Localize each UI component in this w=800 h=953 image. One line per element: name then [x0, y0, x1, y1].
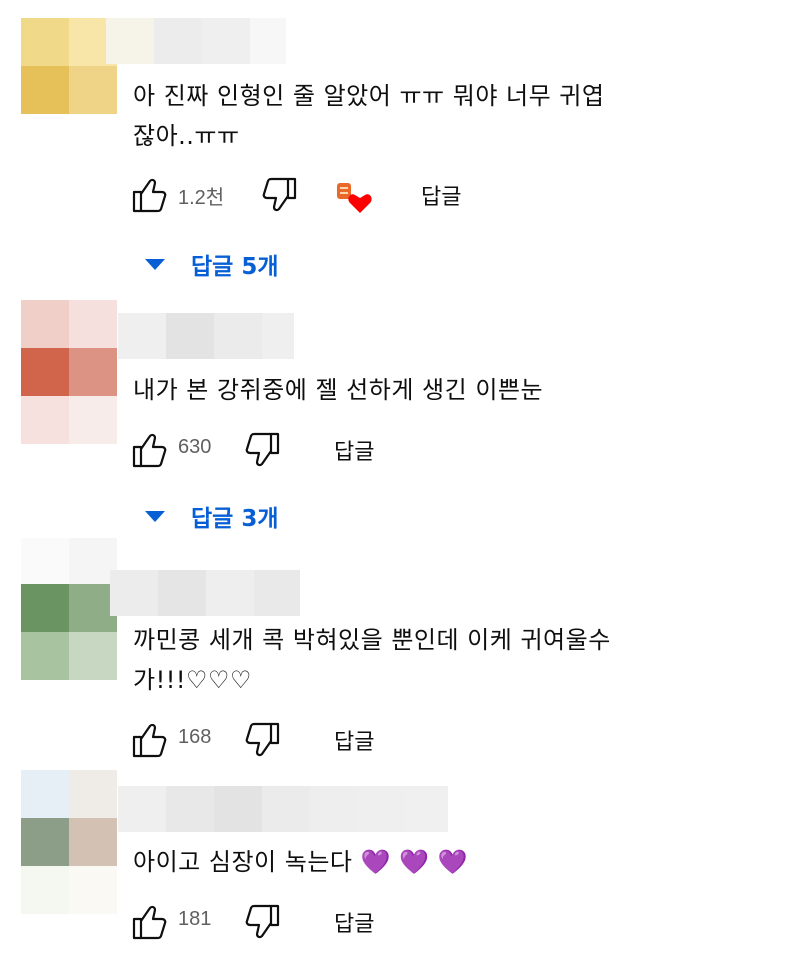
reply-button[interactable]: 답글 — [334, 724, 374, 756]
reply-button[interactable]: 답글 — [421, 179, 461, 211]
caret-down-icon — [145, 510, 165, 522]
replies-count-label: 답글 3개 — [191, 506, 279, 532]
replies-count-label: 답글 5개 — [191, 254, 279, 280]
comment-actions: 168 답글 — [128, 720, 728, 760]
like-count: 630 — [178, 436, 212, 458]
author-name-blurred[interactable] — [118, 313, 294, 359]
comment-actions: 630 답글 — [128, 430, 728, 470]
dislike-icon[interactable] — [244, 430, 284, 470]
reply-button[interactable]: 답글 — [334, 434, 374, 466]
dislike-icon[interactable] — [244, 720, 284, 760]
like-icon[interactable] — [128, 430, 168, 470]
comment-actions: 1.2천 답글 — [128, 175, 728, 215]
view-replies-button[interactable]: 답글 5개 — [145, 244, 279, 284]
comment-text: 까민콩 세개 콕 박혀있을 뿐인데 이케 귀여울수 가!!!♡♡♡ — [133, 626, 611, 694]
creator-heart-icon — [337, 183, 372, 213]
comment-text: 아이고 심장이 녹는다 💜 💜 💜 — [133, 848, 469, 876]
comment-actions: 181 답글 — [128, 902, 728, 942]
like-count: 181 — [178, 908, 212, 930]
avatar[interactable] — [21, 18, 117, 114]
avatar[interactable] — [21, 770, 117, 914]
like-count: 168 — [178, 726, 212, 748]
avatar[interactable] — [21, 300, 117, 444]
author-name-blurred[interactable] — [110, 570, 300, 616]
like-count: 1.2천 — [178, 187, 225, 209]
avatar[interactable] — [21, 538, 117, 680]
like-icon[interactable] — [128, 175, 168, 215]
like-icon[interactable] — [128, 902, 168, 942]
author-name-blurred[interactable] — [106, 18, 286, 64]
caret-down-icon — [145, 258, 165, 270]
view-replies-button[interactable]: 답글 3개 — [145, 496, 279, 536]
like-icon[interactable] — [128, 720, 168, 760]
reply-button[interactable]: 답글 — [334, 906, 374, 938]
comment-text: 내가 본 강쥐중에 젤 선하게 생긴 이쁜눈 — [133, 376, 544, 404]
dislike-icon[interactable] — [244, 902, 284, 942]
author-name-blurred[interactable] — [118, 786, 448, 832]
comment-text: 아 진짜 인형인 줄 알았어 ㅠㅠ 뭐야 너무 귀엽 잖아..ㅠㅠ — [133, 82, 605, 150]
dislike-icon[interactable] — [261, 175, 301, 215]
